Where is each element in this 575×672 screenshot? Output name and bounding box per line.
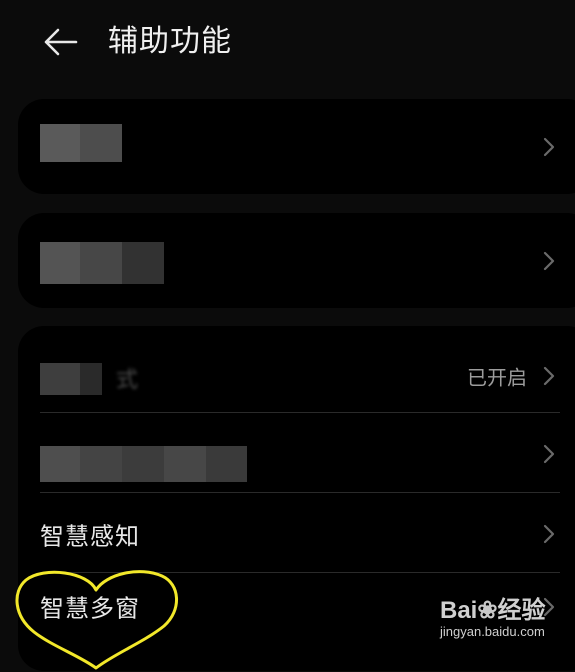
settings-card-2 bbox=[18, 213, 575, 308]
chevron-right-icon bbox=[543, 251, 555, 271]
title-bar: 辅助功能 bbox=[0, 0, 575, 86]
chevron-right-icon bbox=[543, 444, 555, 464]
chevron-right-icon bbox=[543, 137, 555, 157]
item-label: 智慧感知 bbox=[40, 522, 140, 551]
redacted-label bbox=[40, 363, 102, 395]
watermark-url: jingyan.baidu.com bbox=[440, 624, 545, 639]
settings-item-smart-perception[interactable]: 智慧感知 bbox=[18, 494, 575, 574]
divider bbox=[40, 412, 560, 413]
settings-item-redacted-1[interactable] bbox=[18, 107, 575, 187]
paw-icon: ❀ bbox=[477, 597, 498, 624]
settings-item-mode[interactable]: 式 已开启 bbox=[18, 336, 575, 416]
redacted-label bbox=[40, 242, 164, 284]
chevron-right-icon bbox=[543, 524, 555, 544]
settings-item-redacted-3[interactable] bbox=[18, 414, 575, 494]
baidu-jingyan-watermark: Bai❀经验 jingyan.baidu.com bbox=[440, 590, 575, 654]
watermark-logo: Bai❀经验 bbox=[440, 597, 546, 624]
divider bbox=[40, 492, 560, 493]
chevron-right-icon bbox=[543, 366, 555, 386]
item-label: 智慧多窗 bbox=[40, 594, 140, 623]
settings-card-1 bbox=[18, 99, 575, 194]
page-title: 辅助功能 bbox=[108, 24, 232, 59]
status-value: 已开启 bbox=[467, 365, 527, 390]
settings-item-redacted-2[interactable] bbox=[18, 221, 575, 301]
partial-label: 式 bbox=[116, 368, 139, 393]
redacted-label bbox=[40, 124, 122, 162]
arrow-left-icon bbox=[44, 28, 78, 56]
redacted-label bbox=[40, 446, 247, 482]
back-button[interactable] bbox=[38, 20, 82, 64]
